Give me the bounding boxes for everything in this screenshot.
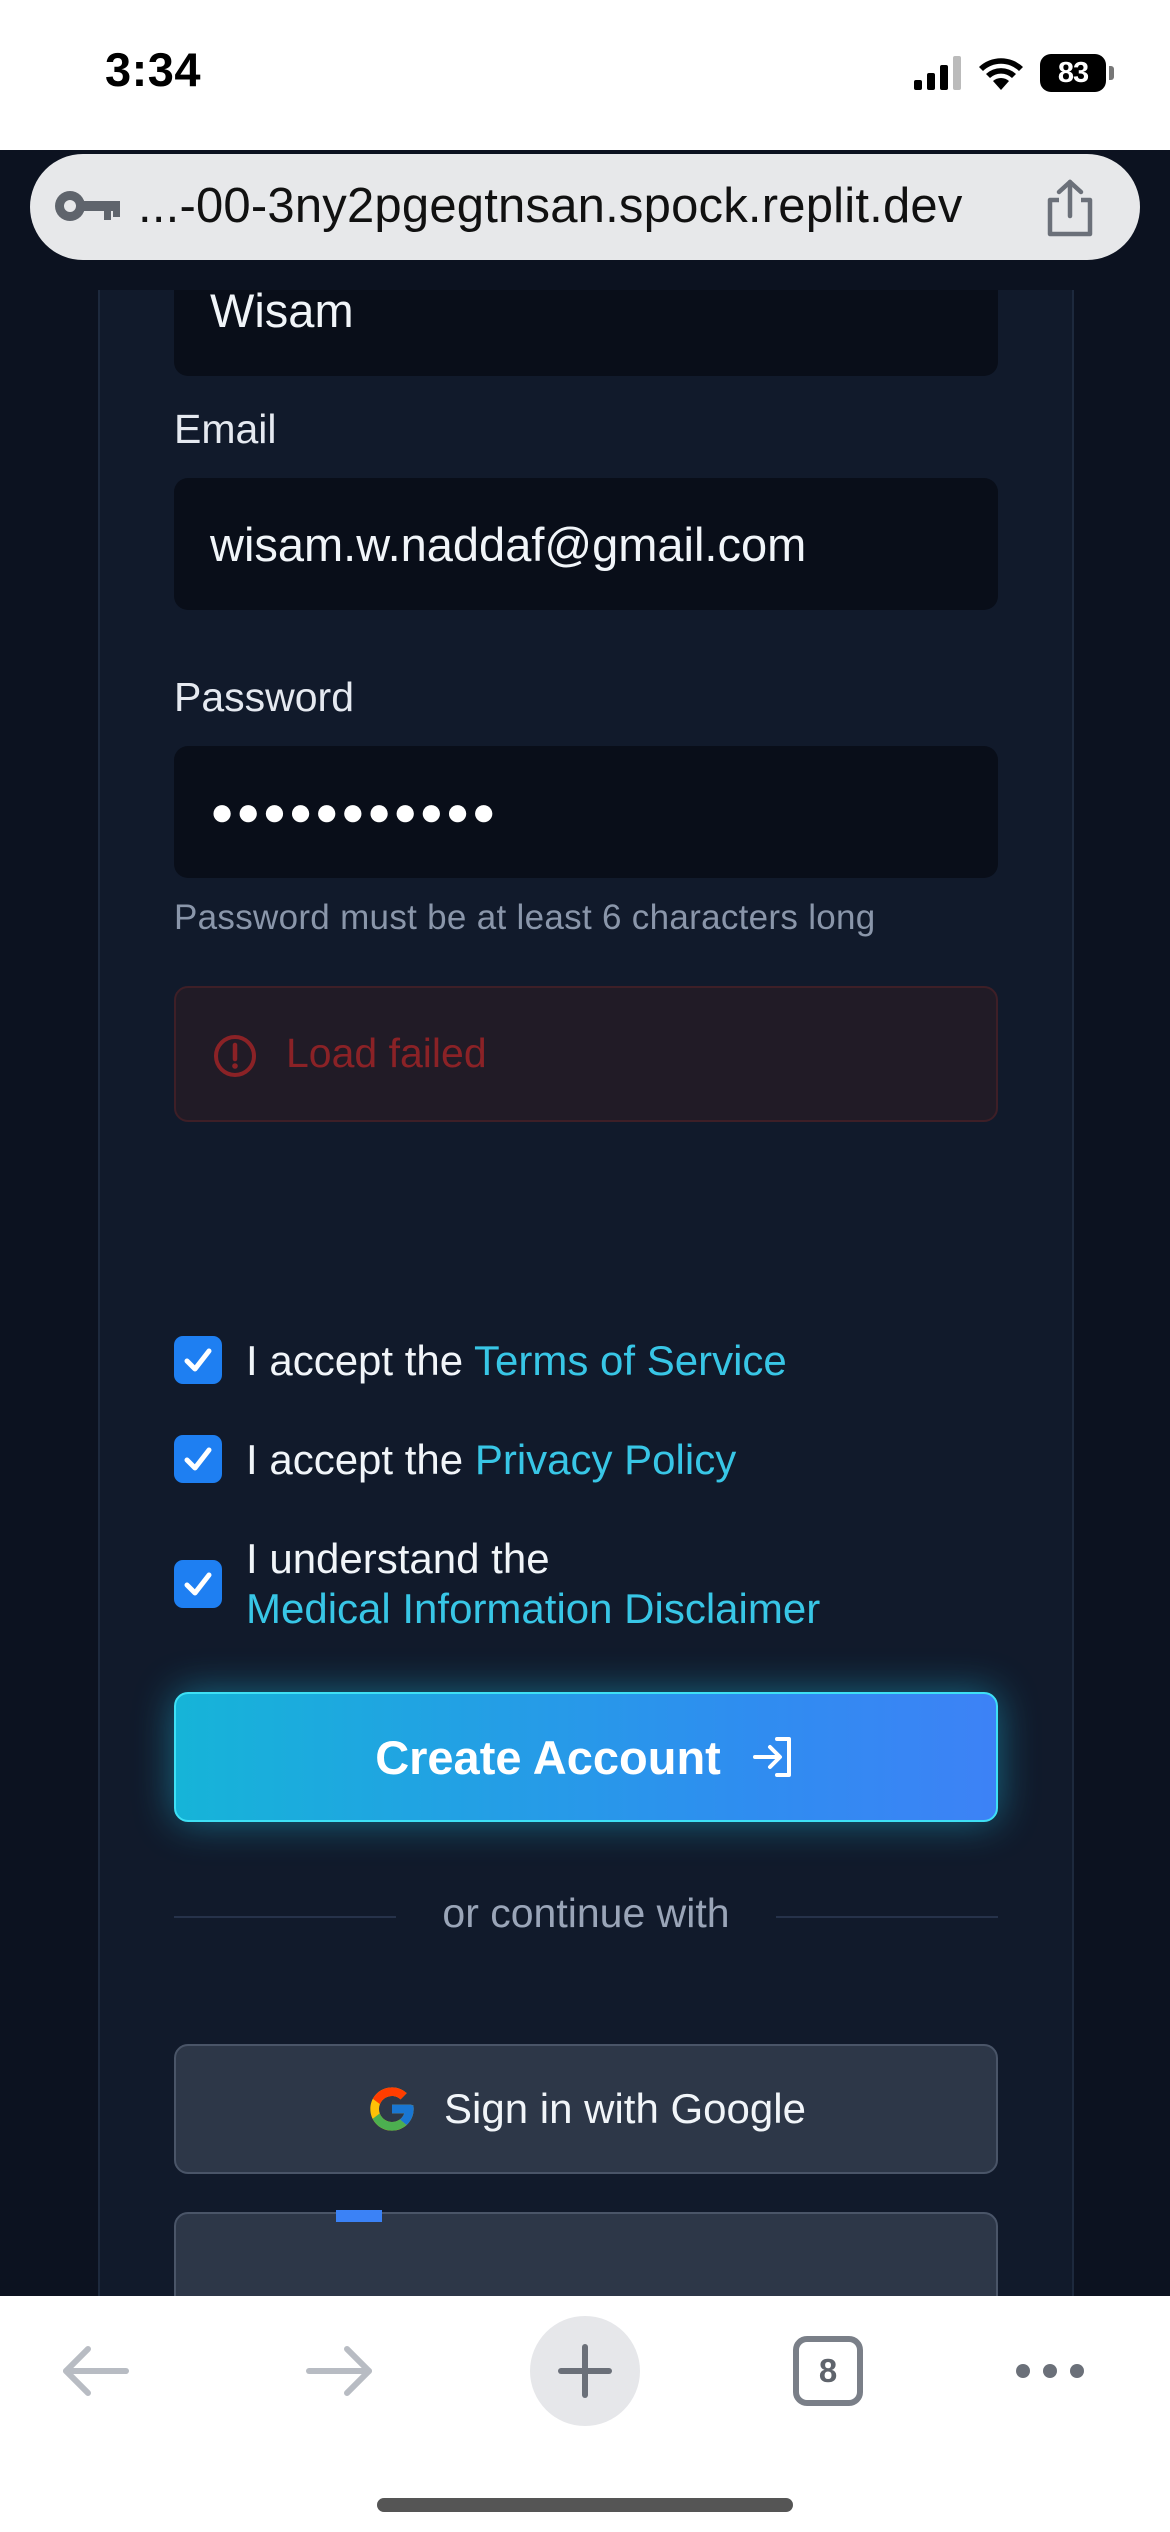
battery-level: 83 [1040,54,1106,92]
password-label: Password [174,674,355,720]
plus-icon [558,2344,612,2398]
terms-checkbox[interactable] [174,1336,222,1384]
password-hint: Password must be at least 6 characters l… [174,898,876,937]
wifi-icon [979,58,1023,90]
more-dots-icon [1016,2364,1084,2378]
google-sign-in-button[interactable]: Sign in with Google [174,2044,998,2174]
battery-icon: 83 [1040,54,1114,92]
terms-of-service-link[interactable]: Terms of Service [474,1337,787,1384]
google-sign-in-label: Sign in with Google [444,2085,806,2132]
email-input[interactable]: wisam.w.naddaf@gmail.com [174,478,998,610]
forward-button[interactable] [295,2326,385,2416]
error-alert: Load failed [174,986,998,1122]
more-button[interactable] [1005,2326,1095,2416]
status-icons: 83 [914,50,1114,96]
arrow-left-icon [63,2346,129,2396]
terms-prefix: I accept the [246,1337,475,1384]
disclaimer-checkbox[interactable] [174,1560,222,1608]
name-input[interactable]: Wisam [174,290,998,376]
status-bar: 3:34 83 [0,0,1170,150]
disclaimer-prefix: I understand the [246,1535,550,1582]
password-value: ●●●●●●●●●●● [210,789,498,834]
terms-consent: I accept the Terms of Service [174,1336,787,1386]
next-provider-button[interactable] [174,2210,998,2296]
error-message: Load failed [286,1030,487,1076]
privacy-prefix: I accept the [246,1436,475,1483]
log-in-icon [752,1737,791,1777]
tabs-button[interactable]: 8 [793,2336,863,2406]
home-indicator[interactable] [377,2498,793,2512]
create-account-label: Create Account [375,1730,721,1784]
create-account-button[interactable]: Create Account [174,1692,998,1822]
disclaimer-consent: I understand the Medical Information Dis… [174,1534,820,1634]
checkmark-icon [184,1348,212,1372]
checkmark-icon [184,1447,212,1471]
new-tab-button[interactable] [530,2316,640,2426]
status-time: 3:34 [105,43,202,96]
page-content: Wisam Email wisam.w.naddaf@gmail.com Pas… [0,290,1170,2296]
privacy-checkbox[interactable] [174,1435,222,1483]
signup-card: Wisam Email wisam.w.naddaf@gmail.com Pas… [98,290,1074,2296]
medical-disclaimer-link[interactable]: Medical Information Disclaimer [246,1584,820,1634]
divider-line-right [776,1916,998,1918]
checkmark-icon [184,1572,212,1596]
arrow-right-icon [306,2346,372,2396]
email-value: wisam.w.naddaf@gmail.com [210,517,807,571]
key-icon [55,191,120,221]
privacy-policy-link[interactable]: Privacy Policy [475,1436,736,1483]
google-icon [370,2087,414,2131]
email-label: Email [174,406,277,452]
browser-toolbar: 8 [0,2296,1170,2532]
cellular-signal-icon [914,56,961,90]
alert-circle-icon [214,1035,256,1077]
divider-text: or continue with [442,1890,730,1936]
share-icon[interactable] [1042,178,1098,238]
back-button[interactable] [50,2326,140,2416]
name-value: Wisam [210,290,354,337]
provider-icon [336,2210,382,2222]
privacy-consent: I accept the Privacy Policy [174,1435,736,1485]
password-input[interactable]: ●●●●●●●●●●● [174,746,998,878]
url-text[interactable]: ...-00-3ny2pgegtnsan.spock.replit.dev [138,178,963,234]
address-bar[interactable]: ...-00-3ny2pgegtnsan.spock.replit.dev [30,154,1140,260]
